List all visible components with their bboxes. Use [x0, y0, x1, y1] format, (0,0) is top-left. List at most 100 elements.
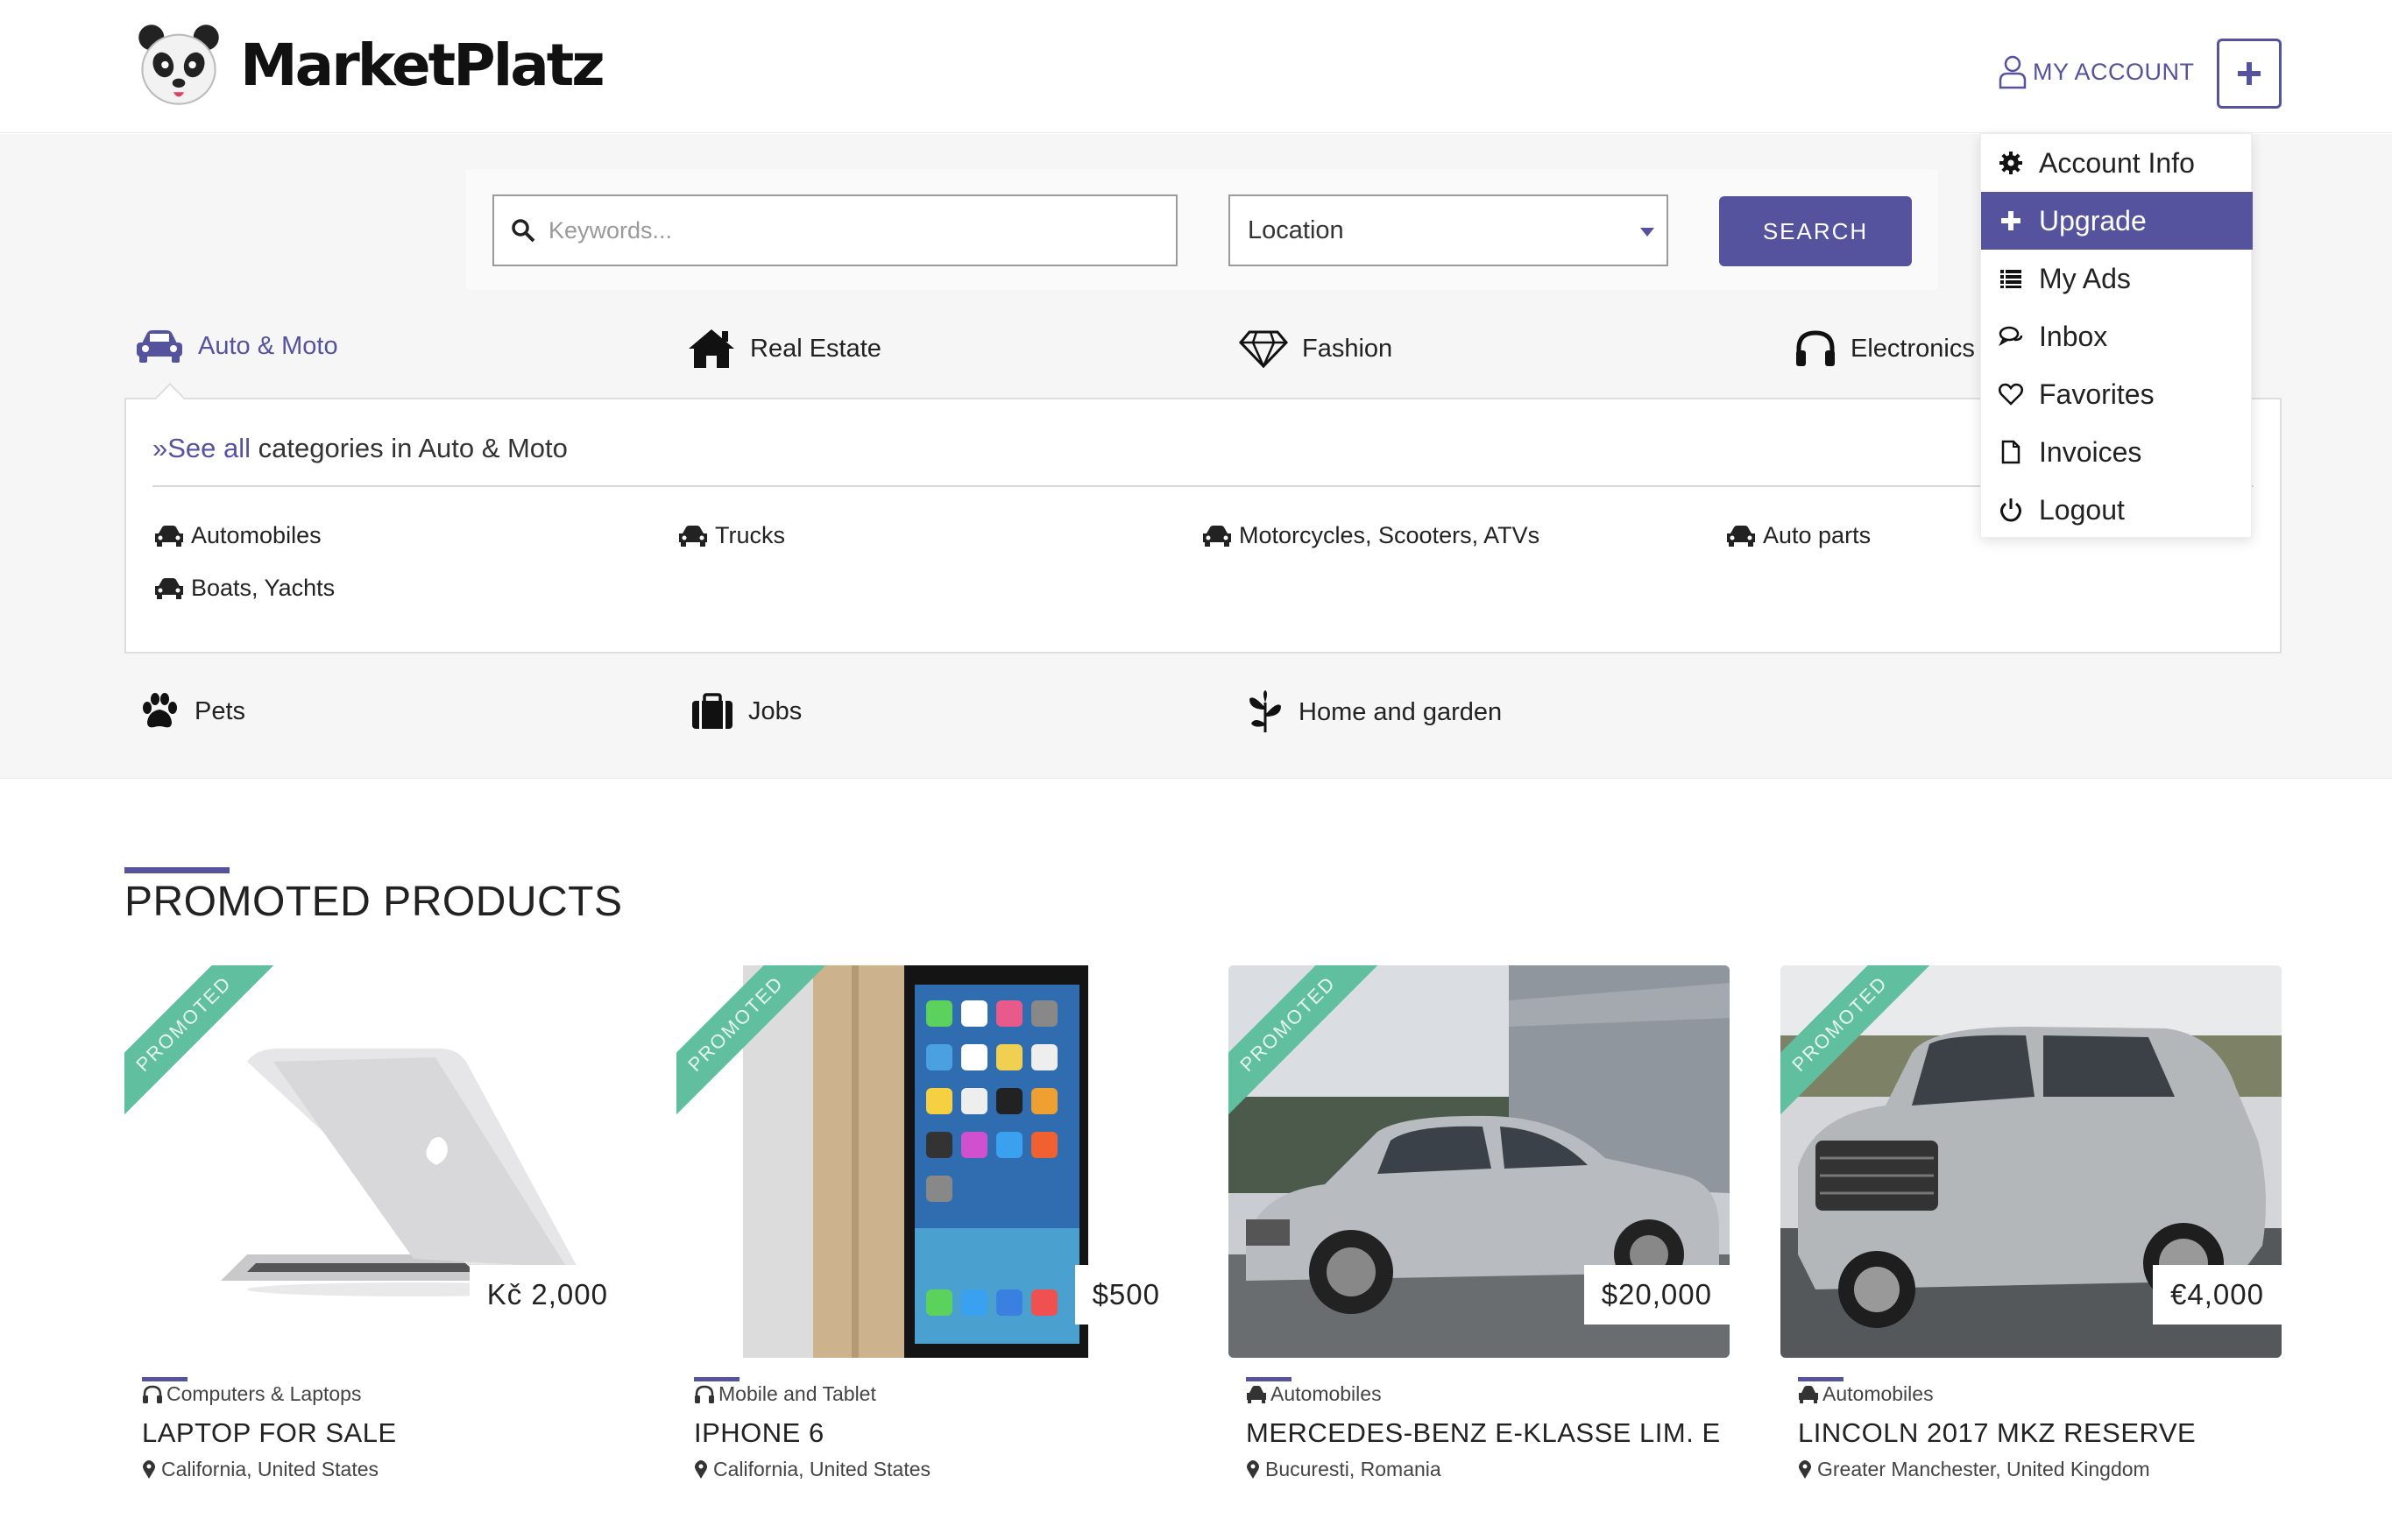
product-price: $20,000 — [1583, 1265, 1730, 1325]
post-ad-button[interactable] — [2217, 39, 2282, 109]
map-pin-icon — [695, 1459, 707, 1479]
category-label: Electronics — [1851, 334, 1975, 363]
subcategory-label: Boats, Yachts — [191, 575, 336, 601]
subcategory-label: Trucks — [715, 522, 785, 548]
user-icon — [1999, 55, 2027, 89]
menu-item-logout[interactable]: Logout — [1981, 481, 2253, 539]
location-select[interactable]: Location — [1228, 194, 1668, 266]
product-category[interactable]: Mobile and Tablet — [694, 1382, 876, 1406]
product-category-label: Mobile and Tablet — [718, 1382, 876, 1405]
product-category-label: Automobiles — [1270, 1382, 1382, 1405]
panda-logo-icon — [138, 25, 219, 105]
product-category[interactable]: Automobiles — [1246, 1382, 1382, 1406]
product-location-label: California, United States — [713, 1458, 931, 1480]
car-icon — [1203, 525, 1231, 547]
my-account-link[interactable]: MY ACCOUNT — [1998, 54, 2195, 89]
paw-icon — [143, 693, 177, 728]
menu-item-label: Favorites — [2039, 378, 2155, 410]
section-title: PROMOTED PRODUCTS — [124, 879, 623, 925]
plus-icon — [2238, 62, 2261, 85]
product-price: Kč 2,000 — [469, 1265, 626, 1325]
diamond-icon — [1239, 330, 1288, 368]
product-title[interactable]: LINCOLN 2017 MKZ RESERVE — [1798, 1417, 2196, 1449]
map-pin-icon — [143, 1459, 155, 1479]
subcategory-label: Motorcycles, Scooters, ATVs — [1239, 522, 1540, 548]
product-image[interactable]: PROMOTED $20,000 — [1228, 965, 1730, 1358]
logo[interactable]: MarketPlatz — [133, 19, 605, 110]
category-auto-moto[interactable]: Auto & Moto — [135, 328, 338, 364]
menu-item-my-ads[interactable]: My Ads — [1981, 250, 2253, 307]
menu-item-account-info[interactable]: Account Info — [1981, 134, 2253, 192]
document-icon — [2001, 440, 2020, 464]
product-price: €4,000 — [2153, 1265, 2282, 1325]
chevron-down-icon — [1640, 228, 1654, 237]
product-image[interactable]: PROMOTED €4,000 — [1780, 965, 2282, 1358]
see-all-rest: categories in Auto & Moto — [251, 433, 568, 463]
product-location: California, United States — [694, 1458, 931, 1481]
headphones-icon — [143, 1385, 162, 1403]
menu-item-inbox[interactable]: Inbox — [1981, 307, 2253, 365]
section-accent-bar — [124, 867, 230, 873]
search-icon — [512, 219, 535, 243]
car-icon — [1247, 1385, 1266, 1403]
card-accent-bar — [142, 1377, 188, 1381]
power-icon — [2000, 498, 2021, 522]
map-pin-icon — [1799, 1459, 1811, 1479]
menu-item-invoices[interactable]: Invoices — [1981, 423, 2253, 481]
subcategory-motorcycles[interactable]: Motorcycles, Scooters, ATVs — [1202, 522, 1539, 549]
category-label: Auto & Moto — [198, 331, 338, 360]
category-label: Home and garden — [1299, 697, 1503, 726]
category-jobs[interactable]: Jobs — [690, 692, 802, 731]
subcategory-boats[interactable]: Boats, Yachts — [154, 575, 335, 602]
category-label: Real Estate — [750, 334, 881, 363]
product-location-label: Greater Manchester, United Kingdom — [1817, 1458, 2150, 1480]
keywords-placeholder: Keywords... — [548, 216, 673, 244]
headphones-icon — [695, 1385, 714, 1403]
map-pin-icon — [1247, 1459, 1259, 1479]
chat-icon — [1999, 326, 2023, 347]
product-category-label: Computers & Laptops — [166, 1382, 362, 1405]
subcategory-auto-parts[interactable]: Auto parts — [1726, 522, 1871, 549]
product-image[interactable]: PROMOTED $500 — [676, 965, 1178, 1358]
category-real-estate[interactable]: Real Estate — [687, 328, 881, 370]
car-icon — [1727, 525, 1755, 547]
divider — [152, 485, 2254, 487]
product-image[interactable]: PROMOTED Kč 2,000 — [124, 965, 626, 1358]
card-accent-bar — [694, 1377, 740, 1381]
subcategory-automobiles[interactable]: Automobiles — [154, 522, 322, 549]
headphones-icon — [1796, 330, 1835, 366]
product-category[interactable]: Automobiles — [1798, 1382, 1934, 1406]
product-category-label: Automobiles — [1822, 1382, 1934, 1405]
my-account-label: MY ACCOUNT — [2033, 58, 2195, 85]
see-all-link[interactable]: »See all — [152, 433, 251, 463]
menu-item-label: Upgrade — [2039, 204, 2147, 237]
menu-item-label: Invoices — [2039, 435, 2142, 468]
product-category[interactable]: Computers & Laptops — [142, 1382, 361, 1406]
category-electronics[interactable]: Electronics — [1794, 329, 1975, 368]
product-location-label: California, United States — [161, 1458, 379, 1480]
category-fashion[interactable]: Fashion — [1239, 329, 1392, 368]
gear-icon — [1999, 152, 2022, 174]
product-price: $500 — [1074, 1265, 1178, 1325]
menu-item-favorites[interactable]: Favorites — [1981, 365, 2253, 423]
menu-item-label: Logout — [2039, 493, 2125, 526]
car-icon — [155, 525, 183, 547]
product-title[interactable]: MERCEDES-BENZ E-KLASSE LIM. E — [1246, 1417, 1721, 1449]
menu-item-label: Account Info — [2039, 146, 2195, 179]
product-title[interactable]: IPHONE 6 — [694, 1417, 824, 1449]
search-button[interactable]: SEARCH — [1719, 196, 1912, 266]
product-location-label: Bucuresti, Romania — [1265, 1458, 1441, 1480]
heart-icon — [1999, 383, 2023, 406]
menu-item-upgrade[interactable]: Upgrade — [1981, 192, 2253, 250]
subcategory-trucks[interactable]: Trucks — [678, 522, 785, 549]
product-location: California, United States — [142, 1458, 379, 1481]
category-home-garden[interactable]: Home and garden — [1246, 690, 1502, 734]
location-value: Location — [1248, 215, 1344, 244]
see-all-categories: »See all categories in Auto & Moto — [152, 433, 568, 464]
car-icon — [1799, 1385, 1818, 1403]
product-title[interactable]: LAPTOP FOR SALE — [142, 1417, 397, 1449]
category-pets[interactable]: Pets — [138, 692, 245, 731]
car-icon — [155, 577, 183, 599]
keywords-input[interactable]: Keywords... — [492, 194, 1178, 266]
plus-icon — [2001, 211, 2020, 230]
